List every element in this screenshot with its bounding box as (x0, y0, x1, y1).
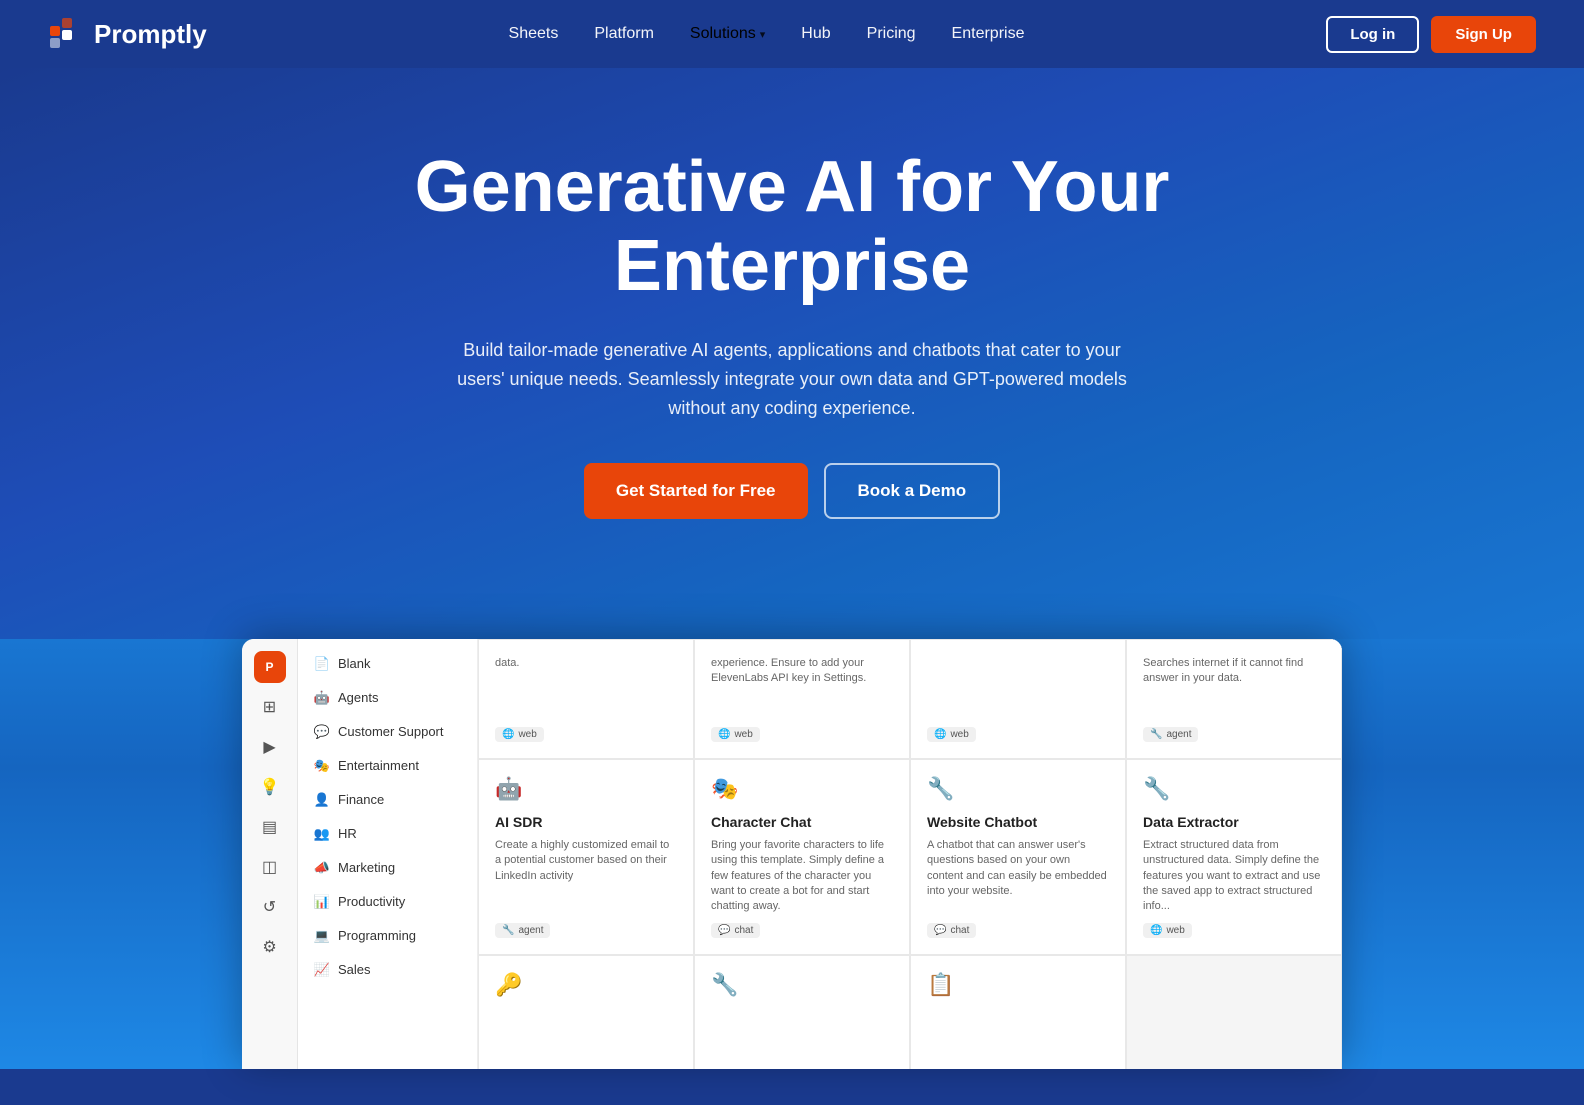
nav-links: Sheets Platform Solutions ▾ Hub Pricing … (509, 25, 1025, 43)
app-preview: P ⊞ ▶ 💡 ▤ ◫ ↺ ⚙ 📄 Blank 🤖 Agents (0, 639, 1584, 1069)
card-row3-1[interactable]: 🔑 (478, 955, 694, 1069)
customer-support-icon: 💬 (314, 724, 330, 740)
card-row3-3[interactable]: 📋 (910, 955, 1126, 1069)
card-tag-web1: 🌐 web (495, 727, 544, 742)
main-content: data. 🌐 web experience. Ensure to add yo… (478, 639, 1342, 1069)
nav-pricing[interactable]: Pricing (867, 25, 916, 43)
character-chat-icon: 🎭 (711, 776, 893, 802)
nav-solutions[interactable]: Solutions ▾ (690, 25, 765, 43)
web-icon: 🌐 (502, 729, 514, 740)
preview-window: P ⊞ ▶ 💡 ▤ ◫ ↺ ⚙ 📄 Blank 🤖 Agents (242, 639, 1342, 1069)
card-tag-chat1: 💬 chat (711, 923, 760, 938)
sidebar-icon-calendar[interactable]: ◫ (254, 851, 286, 883)
logo-text: Promptly (94, 19, 207, 50)
data-extractor-icon: 🔧 (1143, 776, 1325, 802)
sidebar-icon-play[interactable]: ▶ (254, 731, 286, 763)
card-row1-1[interactable]: data. 🌐 web (478, 639, 694, 759)
web-icon2: 🌐 (718, 729, 730, 740)
cat-finance[interactable]: 👤 Finance (298, 783, 477, 817)
card-tag-chat2: 💬 chat (927, 923, 976, 938)
card-row1-4[interactable]: Searches internet if it cannot find answ… (1126, 639, 1342, 759)
agent-icon: 🔧 (1150, 729, 1162, 740)
cat-sales[interactable]: 📈 Sales (298, 953, 477, 987)
login-button[interactable]: Log in (1326, 16, 1419, 53)
chat-icon: 💬 (718, 925, 730, 936)
signup-button[interactable]: Sign Up (1431, 16, 1536, 53)
chevron-down-icon: ▾ (760, 28, 766, 41)
book-demo-button[interactable]: Book a Demo (824, 463, 1001, 519)
sidebar-icon-apps[interactable]: P (254, 651, 286, 683)
sales-icon: 📈 (314, 962, 330, 978)
hero-buttons: Get Started for Free Book a Demo (20, 463, 1564, 519)
nav-hub[interactable]: Hub (801, 25, 830, 43)
hero-headline: Generative AI for Your Enterprise (392, 148, 1192, 306)
get-started-button[interactable]: Get Started for Free (584, 463, 808, 519)
card3-3-icon: 📋 (927, 972, 1109, 998)
card-website-chatbot[interactable]: 🔧 Website Chatbot A chatbot that can ans… (910, 759, 1126, 955)
card-tag-agent1: 🔧 agent (1143, 727, 1198, 742)
blank-icon: 📄 (314, 656, 330, 672)
cat-productivity[interactable]: 📊 Productivity (298, 885, 477, 919)
hero-headline-line2: Enterprise (392, 227, 1192, 306)
cat-entertainment[interactable]: 🎭 Entertainment (298, 749, 477, 783)
sidebar-icon-history[interactable]: ↺ (254, 891, 286, 923)
hero-headline-line1: Generative AI for Your (392, 148, 1192, 227)
logo-icon (48, 16, 84, 52)
ai-sdr-icon: 🤖 (495, 776, 677, 802)
logo[interactable]: Promptly (48, 16, 207, 52)
categories-panel: 📄 Blank 🤖 Agents 💬 Customer Support 🎭 En… (298, 639, 478, 1069)
hero-section: Generative AI for Your Enterprise Build … (0, 68, 1584, 639)
cards-row3: 🔑 🔧 📋 (478, 955, 1342, 1069)
cat-customer-support[interactable]: 💬 Customer Support (298, 715, 477, 749)
website-chatbot-icon: 🔧 (927, 776, 1109, 802)
programming-icon: 💻 (314, 928, 330, 944)
cat-marketing[interactable]: 📣 Marketing (298, 851, 477, 885)
sidebar-icon-layers[interactable]: ▤ (254, 811, 286, 843)
cat-hr[interactable]: 👥 HR (298, 817, 477, 851)
chat-icon2: 💬 (934, 925, 946, 936)
cat-agents[interactable]: 🤖 Agents (298, 681, 477, 715)
navbar: Promptly Sheets Platform Solutions ▾ Hub… (0, 0, 1584, 68)
cards-row1: data. 🌐 web experience. Ensure to add yo… (478, 639, 1342, 759)
sidebar-icon-grid[interactable]: ⊞ (254, 691, 286, 723)
card-tag-web2: 🌐 web (711, 727, 760, 742)
agent-icon2: 🔧 (502, 925, 514, 936)
card-tag-web3: 🌐 web (927, 727, 976, 742)
cards-row2: 🤖 AI SDR Create a highly customized emai… (478, 759, 1342, 955)
nav-enterprise[interactable]: Enterprise (952, 25, 1025, 43)
sidebar-icon-settings[interactable]: ⚙ (254, 931, 286, 963)
marketing-icon: 📣 (314, 860, 330, 876)
card-row3-2[interactable]: 🔧 (694, 955, 910, 1069)
card-row3-4 (1126, 955, 1342, 1069)
nav-platform[interactable]: Platform (594, 25, 654, 43)
preview-body: P ⊞ ▶ 💡 ▤ ◫ ↺ ⚙ 📄 Blank 🤖 Agents (242, 639, 1342, 1069)
cat-blank[interactable]: 📄 Blank (298, 647, 477, 681)
hero-subtext: Build tailor-made generative AI agents, … (452, 336, 1132, 422)
card-row1-2[interactable]: experience. Ensure to add your ElevenLab… (694, 639, 910, 759)
card-data-extractor[interactable]: 🔧 Data Extractor Extract structured data… (1126, 759, 1342, 955)
card-ai-sdr[interactable]: 🤖 AI SDR Create a highly customized emai… (478, 759, 694, 955)
entertainment-icon: 🎭 (314, 758, 330, 774)
finance-icon: 👤 (314, 792, 330, 808)
card3-1-icon: 🔑 (495, 972, 677, 998)
productivity-icon: 📊 (314, 894, 330, 910)
hr-icon: 👥 (314, 826, 330, 842)
sidebar-icon-bulb[interactable]: 💡 (254, 771, 286, 803)
cat-programming[interactable]: 💻 Programming (298, 919, 477, 953)
card-tag-web4: 🌐 web (1143, 923, 1192, 938)
card-character-chat[interactable]: 🎭 Character Chat Bring your favorite cha… (694, 759, 910, 955)
nav-sheets[interactable]: Sheets (509, 25, 559, 43)
web-icon4: 🌐 (1150, 925, 1162, 936)
app-sidebar: P ⊞ ▶ 💡 ▤ ◫ ↺ ⚙ (242, 639, 298, 1069)
navbar-actions: Log in Sign Up (1326, 16, 1536, 53)
card-tag-agent2: 🔧 agent (495, 923, 550, 938)
card3-2-icon: 🔧 (711, 972, 893, 998)
card-row1-3[interactable]: 🌐 web (910, 639, 1126, 759)
agents-icon: 🤖 (314, 690, 330, 706)
web-icon3: 🌐 (934, 729, 946, 740)
